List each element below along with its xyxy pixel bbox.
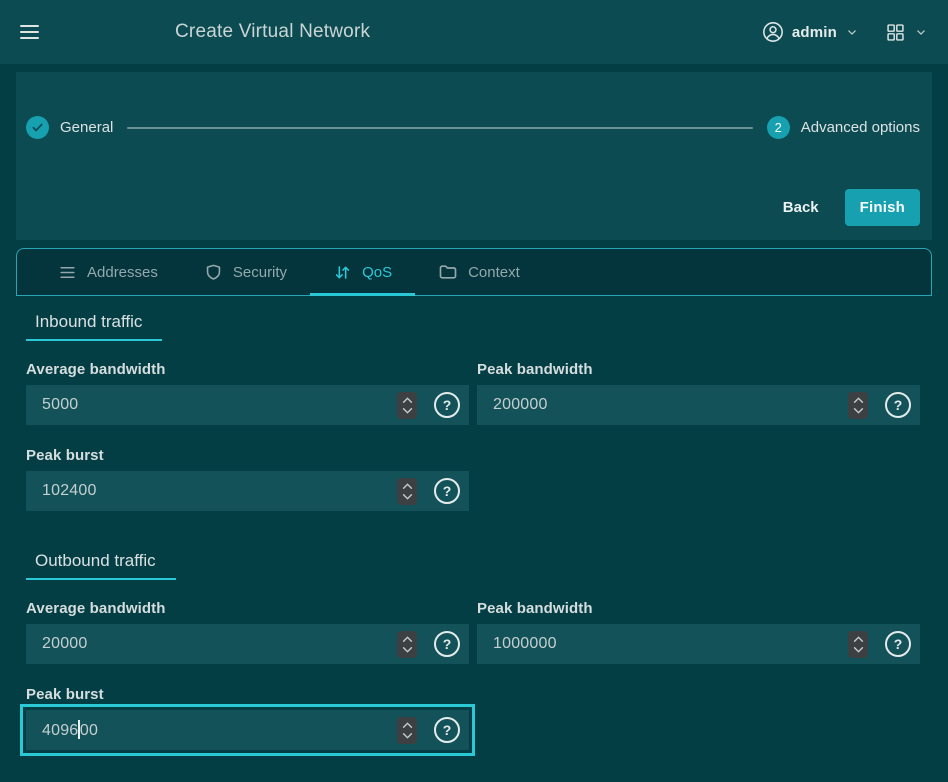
username-label: admin [792,24,837,41]
number-stepper[interactable] [848,392,868,419]
field-label: Average bandwidth [26,361,469,378]
field-inbound-average-bandwidth: Average bandwidth 5000 ? [26,361,469,425]
tab-addresses[interactable]: Addresses [35,249,181,295]
field-label: Average bandwidth [26,600,469,617]
number-stepper[interactable] [397,717,417,744]
number-stepper[interactable] [397,631,417,658]
input-value: 102400 [42,482,397,500]
chevron-down-icon [402,493,413,500]
step-number-badge: 2 [767,116,790,139]
field-label: Peak burst [26,686,469,703]
finish-button[interactable]: Finish [845,189,920,226]
field-outbound-peak-burst: Peak burst 409600 ? [26,686,469,750]
menu-toggle-button[interactable] [20,25,39,39]
chevron-down-icon [402,407,413,414]
outbound-peak-bandwidth-input[interactable]: 1000000 ? [477,624,920,664]
help-icon[interactable]: ? [434,478,460,504]
inbound-peak-bandwidth-input[interactable]: 200000 ? [477,385,920,425]
field-label: Peak bandwidth [477,600,920,617]
user-menu-button[interactable]: admin [762,21,859,43]
active-tab-indicator [310,293,415,296]
help-icon[interactable]: ? [434,717,460,743]
number-stepper[interactable] [397,392,417,419]
field-label: Peak bandwidth [477,361,920,378]
section-title-outbound: Outbound traffic [26,551,176,580]
input-value: 5000 [42,396,397,414]
chevron-up-icon [853,636,864,643]
qos-form: Inbound traffic Average bandwidth 5000 ?… [0,296,948,750]
apps-menu-button[interactable] [885,22,928,43]
chevron-down-icon [402,646,413,653]
tab-bar: Addresses Security QoS Context [16,248,932,296]
field-inbound-peak-burst: Peak burst 102400 ? [26,447,469,511]
shield-icon [204,263,223,282]
chevron-up-icon [853,397,864,404]
outbound-average-bandwidth-input[interactable]: 20000 ? [26,624,469,664]
stepper-connector-line [127,127,752,129]
chevron-down-icon [853,407,864,414]
tab-label: Addresses [87,264,158,281]
chevron-down-icon [853,646,864,653]
field-outbound-peak-bandwidth: Peak bandwidth 1000000 ? [477,600,920,664]
inbound-fields: Average bandwidth 5000 ? Peak bandwidth … [26,361,920,511]
wizard-actions: Back Finish [26,189,920,226]
stepper-card: General 2 Advanced options Back Finish [16,72,932,240]
input-value: 200000 [493,396,848,414]
inbound-average-bandwidth-input[interactable]: 5000 ? [26,385,469,425]
tab-label: Context [468,264,520,281]
number-stepper[interactable] [397,478,417,505]
inbound-peak-burst-input[interactable]: 102400 ? [26,471,469,511]
field-label: Peak burst [26,447,469,464]
hamburger-icon [20,25,39,39]
help-icon[interactable]: ? [885,392,911,418]
help-icon[interactable]: ? [885,631,911,657]
chevron-up-icon [402,483,413,490]
tab-security[interactable]: Security [181,249,310,295]
chevron-up-icon [402,397,413,404]
outbound-fields: Average bandwidth 20000 ? Peak bandwidth… [26,600,920,750]
chevron-down-icon [402,732,413,739]
list-icon [58,263,77,282]
step-advanced-options[interactable]: 2 Advanced options [767,116,920,139]
tab-label: Security [233,264,287,281]
step-completed-check-icon [26,116,49,139]
chevron-down-icon [914,25,928,39]
help-icon[interactable]: ? [434,392,460,418]
page-title: Create Virtual Network [175,21,370,43]
chevron-up-icon [402,722,413,729]
input-value: 409600 [42,720,397,740]
arrows-updown-icon [333,263,352,282]
input-value: 20000 [42,635,397,653]
step-general[interactable]: General [26,116,113,139]
chevron-up-icon [402,636,413,643]
outbound-peak-burst-input[interactable]: 409600 ? [26,710,469,750]
step-label: Advanced options [801,119,920,136]
chevron-down-icon [845,25,859,39]
section-title-inbound: Inbound traffic [26,312,162,341]
folder-icon [438,262,458,282]
number-stepper[interactable] [848,631,868,658]
help-icon[interactable]: ? [434,631,460,657]
stepper: General 2 Advanced options [26,116,920,139]
tab-context[interactable]: Context [415,249,543,295]
step-label: General [60,119,113,136]
input-value: 1000000 [493,635,848,653]
back-button[interactable]: Back [773,191,829,224]
topbar: Create Virtual Network admin [0,0,948,64]
tab-label: QoS [362,264,392,281]
tab-qos[interactable]: QoS [310,249,415,295]
field-inbound-peak-bandwidth: Peak bandwidth 200000 ? [477,361,920,425]
topbar-actions: admin [762,21,928,43]
user-avatar-icon [762,21,784,43]
field-outbound-average-bandwidth: Average bandwidth 20000 ? [26,600,469,664]
apps-grid-icon [885,22,906,43]
